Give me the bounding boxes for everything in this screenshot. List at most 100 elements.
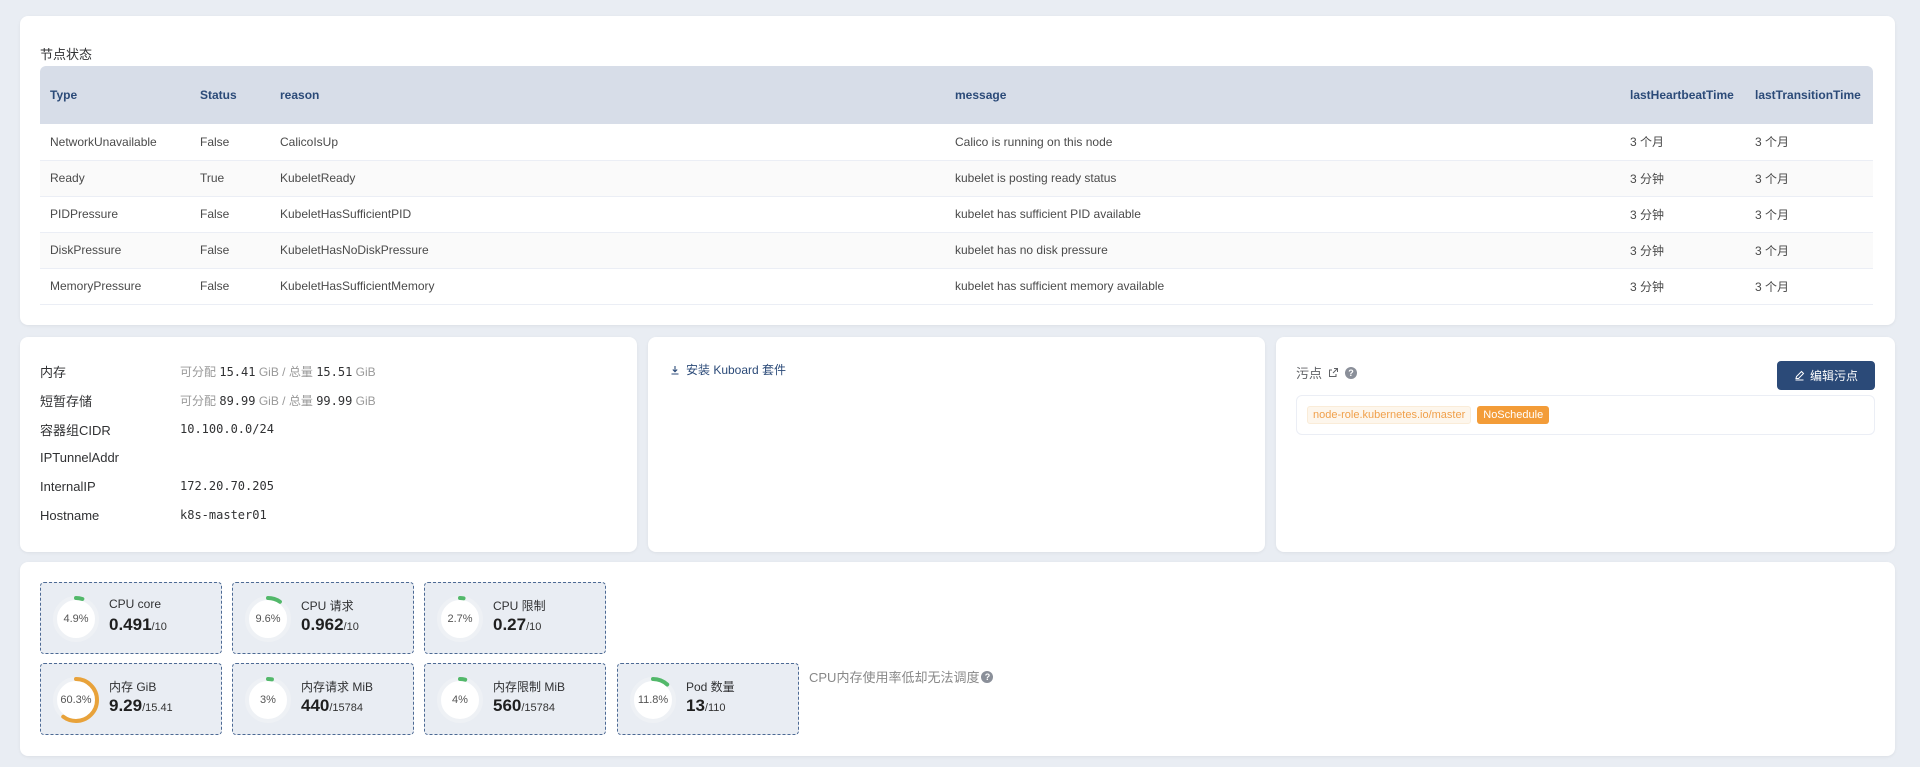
- stat-total: /10: [526, 621, 542, 633]
- edit-taints-button[interactable]: 编辑污点: [1777, 361, 1875, 390]
- col-header-type[interactable]: Type: [40, 66, 190, 124]
- cell-heartbeat: 3 分钟: [1620, 268, 1745, 305]
- table-row: DiskPressure False KubeletHasNoDiskPress…: [40, 232, 1873, 269]
- scheduling-note: CPU内存使用率低却无法调度 ?: [809, 667, 994, 686]
- memory-value: 可分配 15.41 GiB / 总量 15.51 GiB: [180, 363, 376, 380]
- cell-heartbeat: 3 个月: [1620, 124, 1745, 161]
- stat-used: 13: [686, 696, 705, 715]
- ephemeral-total: 99.99: [316, 393, 353, 408]
- usage-percent: 60.3%: [60, 694, 92, 706]
- internal-ip-value: 172.20.70.205: [180, 479, 274, 493]
- table-row: MemoryPressure False KubeletHasSufficien…: [40, 268, 1873, 305]
- alloc-prefix: 可分配: [180, 364, 217, 379]
- stat-memory-limit: 4% 内存限制 MiB 560/15784: [424, 663, 606, 735]
- stat-label: CPU 请求: [301, 599, 354, 613]
- cell-status: False: [190, 268, 270, 305]
- cell-status: False: [190, 232, 270, 269]
- stat-memory: 60.3% 内存 GiB 9.29/15.41: [40, 663, 222, 735]
- usage-percent: 2.7%: [447, 613, 473, 625]
- cell-message: kubelet is posting ready status: [945, 160, 1620, 197]
- info-row-memory: 内存 可分配 15.41 GiB / 总量 15.51 GiB: [40, 361, 376, 381]
- col-header-message[interactable]: message: [945, 66, 1620, 124]
- cell-type: DiskPressure: [40, 232, 190, 269]
- cidr-value: 10.100.0.0/24: [180, 422, 274, 436]
- stat-total: /10: [151, 621, 167, 633]
- cell-status: True: [190, 160, 270, 197]
- unit-text: GiB: [355, 393, 376, 408]
- stat-label: 内存 GiB: [109, 680, 157, 694]
- cell-type: MemoryPressure: [40, 268, 190, 305]
- help-icon[interactable]: ?: [1345, 366, 1358, 379]
- col-header-status[interactable]: Status: [190, 66, 270, 124]
- stat-cpu-request: 9.6% CPU 请求 0.962/10: [232, 582, 414, 654]
- unit-text: GiB: [355, 364, 376, 379]
- cell-transition: 3 个月: [1745, 268, 1873, 305]
- usage-percent: 4.9%: [63, 613, 89, 625]
- tunnel-label: IPTunnelAddr: [40, 449, 120, 465]
- memory-total: 15.51: [316, 364, 353, 379]
- stat-total: /15784: [329, 702, 364, 714]
- taint-list: node-role.kubernetes.io/master NoSchedul…: [1296, 395, 1875, 435]
- cell-message: kubelet has sufficient PID available: [945, 196, 1620, 233]
- ephemeral-label: 短暂存储: [40, 393, 93, 409]
- usage-percent: 4%: [452, 694, 468, 706]
- unit-text: GiB / 总量: [258, 393, 313, 408]
- internal-ip-label: InternalIP: [40, 478, 96, 494]
- cell-type: NetworkUnavailable: [40, 124, 190, 161]
- cell-heartbeat: 3 分钟: [1620, 160, 1745, 197]
- stat-used: 0.962: [301, 615, 344, 634]
- cell-heartbeat: 3 分钟: [1620, 196, 1745, 233]
- cell-transition: 3 个月: [1745, 196, 1873, 233]
- info-row-internal-ip: InternalIP 172.20.70.205: [40, 476, 274, 496]
- help-icon[interactable]: ?: [981, 670, 994, 683]
- ephemeral-allocatable: 89.99: [219, 393, 256, 408]
- cell-message: Calico is running on this node: [945, 124, 1620, 161]
- install-kuboard-label: 安装 Kuboard 套件: [686, 363, 787, 377]
- stat-total: /15.41: [142, 702, 173, 714]
- usage-percent: 9.6%: [255, 613, 281, 625]
- stat-value: 440/15784: [301, 696, 363, 716]
- col-header-reason[interactable]: reason: [270, 66, 945, 124]
- cell-message: kubelet has sufficient memory available: [945, 268, 1620, 305]
- cell-status: False: [190, 196, 270, 233]
- cell-heartbeat: 3 分钟: [1620, 232, 1745, 269]
- scheduling-note-text[interactable]: CPU内存使用率低却无法调度: [809, 667, 979, 686]
- taints-title: 污点: [1296, 366, 1323, 381]
- install-kuboard-link[interactable]: 安装 Kuboard 套件: [670, 361, 786, 378]
- cell-type: Ready: [40, 160, 190, 197]
- alloc-prefix: 可分配: [180, 393, 217, 408]
- unit-text: GiB / 总量: [258, 364, 313, 379]
- cell-reason: KubeletHasSufficientPID: [270, 196, 945, 233]
- usage-percent: 3%: [260, 694, 276, 706]
- edit-icon: [1795, 370, 1805, 381]
- col-header-last-heartbeat[interactable]: lastHeartbeatTime: [1620, 66, 1745, 124]
- taint-effect-tag: NoSchedule: [1477, 406, 1550, 424]
- stat-label: 内存限制 MiB: [493, 680, 566, 694]
- download-icon: [671, 365, 679, 375]
- taints-header: 污点 ?: [1296, 363, 1358, 382]
- hostname-label: Hostname: [40, 507, 100, 523]
- conditions-header-row: Type Status reason message lastHeartbeat…: [40, 66, 1873, 124]
- cell-reason: KubeletReady: [270, 160, 945, 197]
- stat-total: /10: [343, 621, 359, 633]
- stat-label: CPU 限制: [493, 599, 546, 613]
- info-row-ephemeral: 短暂存储 可分配 89.99 GiB / 总量 99.99 GiB: [40, 390, 376, 410]
- conditions-table: Type Status reason message lastHeartbeat…: [40, 66, 1873, 305]
- usage-percent: 11.8%: [637, 694, 669, 706]
- table-row: PIDPressure False KubeletHasSufficientPI…: [40, 196, 1873, 233]
- cell-transition: 3 个月: [1745, 160, 1873, 197]
- cidr-label: 容器组CIDR: [40, 422, 111, 438]
- stat-value: 0.962/10: [301, 615, 359, 635]
- stat-value: 9.29/15.41: [109, 696, 173, 716]
- info-row-hostname: Hostname k8s-master01: [40, 505, 267, 525]
- cell-reason: CalicoIsUp: [270, 124, 945, 161]
- stat-label: CPU core: [109, 597, 162, 611]
- node-conditions-card: 节点状态 Type Status reason message lastHear…: [20, 16, 1895, 325]
- stat-label: 内存请求 MiB: [301, 680, 374, 694]
- taint-key-tag: node-role.kubernetes.io/master: [1307, 406, 1472, 424]
- cell-type: PIDPressure: [40, 196, 190, 233]
- col-header-last-transition[interactable]: lastTransitionTime: [1745, 66, 1873, 124]
- stat-total: /110: [704, 702, 726, 714]
- stat-cpu-limit: 2.7% CPU 限制 0.27/10: [424, 582, 606, 654]
- external-link-icon[interactable]: [1328, 367, 1339, 378]
